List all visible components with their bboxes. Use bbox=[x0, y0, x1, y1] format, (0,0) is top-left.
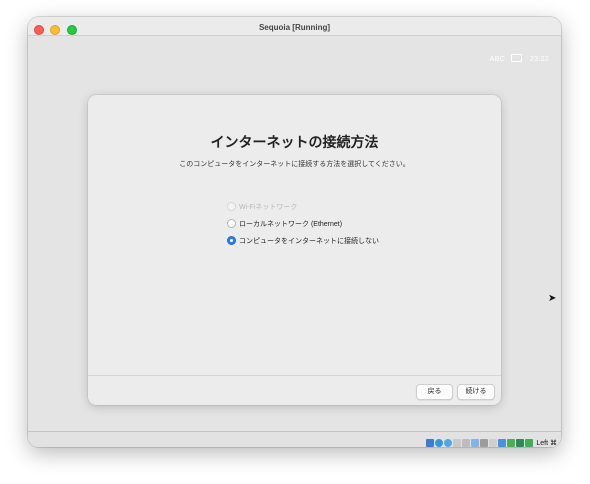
video-capture-icon[interactable] bbox=[489, 438, 498, 447]
option-no-connection[interactable]: コンピュータをインターネットに接続しない bbox=[227, 236, 379, 246]
back-button[interactable]: 戻る bbox=[416, 384, 453, 400]
status-tray: Left ⌘ bbox=[425, 434, 557, 447]
dialog-subtitle: このコンピュータをインターネットに接続する方法を選択してください。 bbox=[179, 161, 410, 168]
input-source-indicator[interactable]: ABC bbox=[490, 56, 505, 63]
mouse-pointer-icon: ➤ bbox=[548, 293, 557, 304]
storage-icon[interactable] bbox=[426, 438, 435, 447]
vm-status-bar: Left ⌘ bbox=[28, 431, 561, 447]
dialog-title: インターネットの接続方法 bbox=[210, 134, 379, 150]
shared-folder-icon[interactable] bbox=[471, 438, 480, 447]
option-label[interactable]: コンピュータをインターネットに接続しない bbox=[239, 238, 379, 245]
clock[interactable]: 23:22 bbox=[530, 56, 549, 63]
optical-drive-icon[interactable] bbox=[435, 438, 444, 447]
radio-button[interactable] bbox=[227, 219, 236, 228]
setup-dialog: インターネットの接続方法 このコンピュータをインターネットに接続する方法を選択し… bbox=[88, 95, 501, 405]
cpu-icon[interactable] bbox=[507, 438, 516, 447]
guest-screen[interactable]: ABC 23:22 インターネットの接続方法 このコンピュータをインターネットに… bbox=[28, 36, 561, 447]
continue-button[interactable]: 続ける bbox=[457, 384, 495, 400]
keyboard-icon[interactable] bbox=[511, 54, 523, 62]
window-title: Sequoia [Running] bbox=[258, 23, 331, 32]
option-ethernet[interactable]: ローカルネットワーク (Ethernet) bbox=[227, 219, 342, 229]
display-icon[interactable] bbox=[480, 438, 489, 447]
usb-icon[interactable] bbox=[462, 438, 471, 447]
option-label: Wi-Fiネットワーク bbox=[239, 204, 298, 211]
option-wifi: Wi-Fiネットワーク bbox=[227, 202, 297, 212]
recording-icon[interactable] bbox=[498, 438, 507, 447]
mouse-integration-icon[interactable] bbox=[516, 438, 525, 447]
option-label[interactable]: ローカルネットワーク (Ethernet) bbox=[239, 221, 342, 228]
vm-window: Sequoia [Running] ABC 23:22 インターネットの接続方法… bbox=[28, 17, 561, 447]
zoom-button[interactable] bbox=[66, 25, 77, 35]
radio-button[interactable] bbox=[227, 236, 236, 245]
minimize-button[interactable] bbox=[50, 25, 61, 35]
divider bbox=[88, 375, 501, 376]
title-bar[interactable]: Sequoia [Running] bbox=[28, 17, 561, 36]
network-icon[interactable] bbox=[453, 438, 462, 447]
guest-menu-extras: ABC 23:22 bbox=[484, 54, 549, 63]
host-key-label[interactable]: Left ⌘ bbox=[536, 440, 557, 447]
audio-icon[interactable] bbox=[444, 438, 453, 447]
keyboard-capture-icon[interactable] bbox=[525, 438, 534, 447]
radio-button bbox=[227, 202, 236, 211]
close-button[interactable] bbox=[34, 25, 44, 35]
